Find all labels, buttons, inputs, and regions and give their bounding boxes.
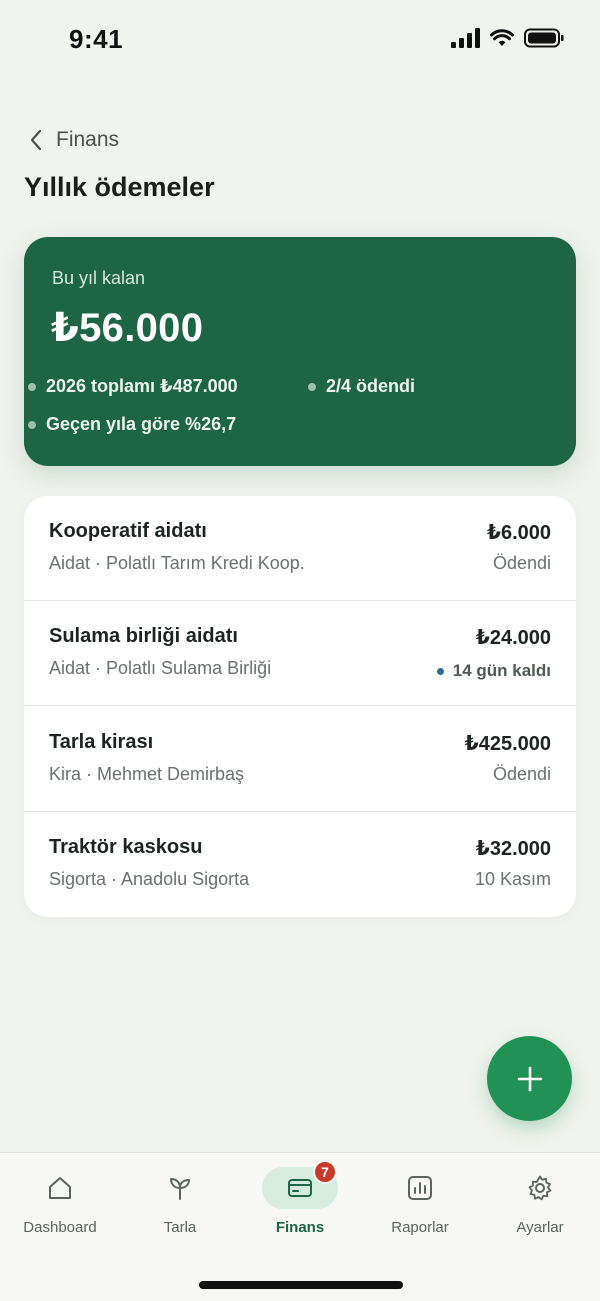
payment-row-traktor[interactable]: Traktör kaskosu Sigorta · Anadolu Sigort…	[24, 812, 576, 917]
card-icon	[288, 1179, 312, 1197]
status-bar: 9:41	[0, 0, 600, 80]
payment-amount: ₺6.000	[487, 522, 551, 544]
due-indicator-icon	[436, 667, 444, 675]
tab-label: Raporlar	[391, 1219, 449, 1236]
stat-paid: 2/4 ödendi	[308, 376, 415, 397]
tab-ayarlar[interactable]: Ayarlar	[480, 1153, 600, 1253]
payment-row-sulama[interactable]: Sulama birliği aidatı Aidat · Polatlı Su…	[24, 601, 576, 706]
wifi-icon	[490, 29, 514, 46]
payment-status-text: 14 gün kaldı	[452, 661, 551, 680]
battery-icon	[524, 28, 564, 48]
remaining-amount: ₺56.000	[51, 306, 204, 350]
tab-dashboard[interactable]: Dashboard	[0, 1153, 120, 1253]
chart-icon	[408, 1176, 432, 1200]
back-label: Finans	[56, 128, 120, 151]
status-icons	[451, 28, 564, 48]
sprout-icon	[170, 1178, 190, 1200]
tab-bar: Dashboard Tarla 7 Finans Raporlar Ayarla…	[0, 1152, 600, 1301]
gear-icon	[528, 1175, 552, 1201]
payment-row-kooperatif[interactable]: Kooperatif aidatı Aidat · Polatlı Tarım …	[24, 496, 576, 601]
stat-change: Geçen yıla göre %26,7	[28, 414, 236, 435]
stat-change-text: Geçen yıla göre %26,7	[46, 414, 237, 434]
remaining-label: Bu yıl kalan	[52, 268, 146, 288]
tab-tarla[interactable]: Tarla	[120, 1153, 240, 1253]
bullet-icon	[28, 420, 36, 429]
add-payment-button[interactable]	[487, 1036, 572, 1121]
signal-icon	[451, 28, 480, 48]
payment-title: Kooperatif aidatı	[49, 520, 207, 542]
payment-title: Traktör kaskosu	[49, 836, 203, 858]
payment-row-tarla[interactable]: Tarla kirası Kira · Mehmet Demirbaş ₺425…	[24, 707, 576, 812]
payments-list: Kooperatif aidatı Aidat · Polatlı Tarım …	[24, 496, 576, 917]
payment-amount: ₺425.000	[464, 733, 551, 755]
payment-status: Ödendi	[492, 764, 551, 784]
stat-total-text: 2026 toplamı ₺487.000	[46, 376, 238, 396]
payment-status: 14 gün kaldı	[436, 661, 551, 681]
bullet-icon	[308, 382, 316, 391]
plus-icon	[517, 1066, 542, 1091]
notification-badge: 7	[313, 1160, 337, 1184]
tab-icon-container	[502, 1167, 578, 1209]
payment-amount: ₺24.000	[475, 627, 551, 649]
tab-icon-container	[382, 1167, 458, 1209]
tab-label: Finans	[275, 1219, 325, 1236]
home-indicator	[199, 1281, 403, 1289]
tab-icon-container	[142, 1167, 218, 1209]
tab-finans[interactable]: 7 Finans	[240, 1153, 360, 1253]
payment-title: Tarla kirası	[49, 731, 154, 753]
chevron-left-icon	[30, 129, 42, 151]
tab-label: Dashboard	[23, 1219, 97, 1236]
stat-total: 2026 toplamı ₺487.000	[28, 376, 238, 397]
bullet-icon	[28, 382, 36, 391]
payment-title: Sulama birliği aidatı	[49, 625, 238, 647]
status-time: 9:41	[69, 24, 124, 54]
tab-raporlar[interactable]: Raporlar	[360, 1153, 480, 1253]
back-button[interactable]: Finans	[28, 127, 119, 153]
payment-amount: ₺32.000	[475, 838, 551, 860]
stat-paid-text: 2/4 ödendi	[326, 376, 416, 396]
payment-status: 10 Kasım	[474, 869, 551, 889]
home-icon	[49, 1177, 71, 1199]
tab-label: Ayarlar	[516, 1219, 564, 1236]
tab-icon-container: 7	[262, 1160, 338, 1209]
page-title: Yıllık ödemeler	[24, 172, 215, 202]
tab-icon-container	[22, 1167, 98, 1209]
payment-subtitle: Kira · Mehmet Demirbaş	[49, 764, 245, 784]
payment-status: Ödendi	[492, 553, 551, 573]
payment-subtitle: Sigorta · Anadolu Sigorta	[49, 869, 250, 889]
payment-subtitle: Aidat · Polatlı Sulama Birliği	[49, 658, 272, 678]
payment-subtitle: Aidat · Polatlı Tarım Kredi Koop.	[49, 553, 305, 573]
tab-label: Tarla	[163, 1219, 197, 1236]
